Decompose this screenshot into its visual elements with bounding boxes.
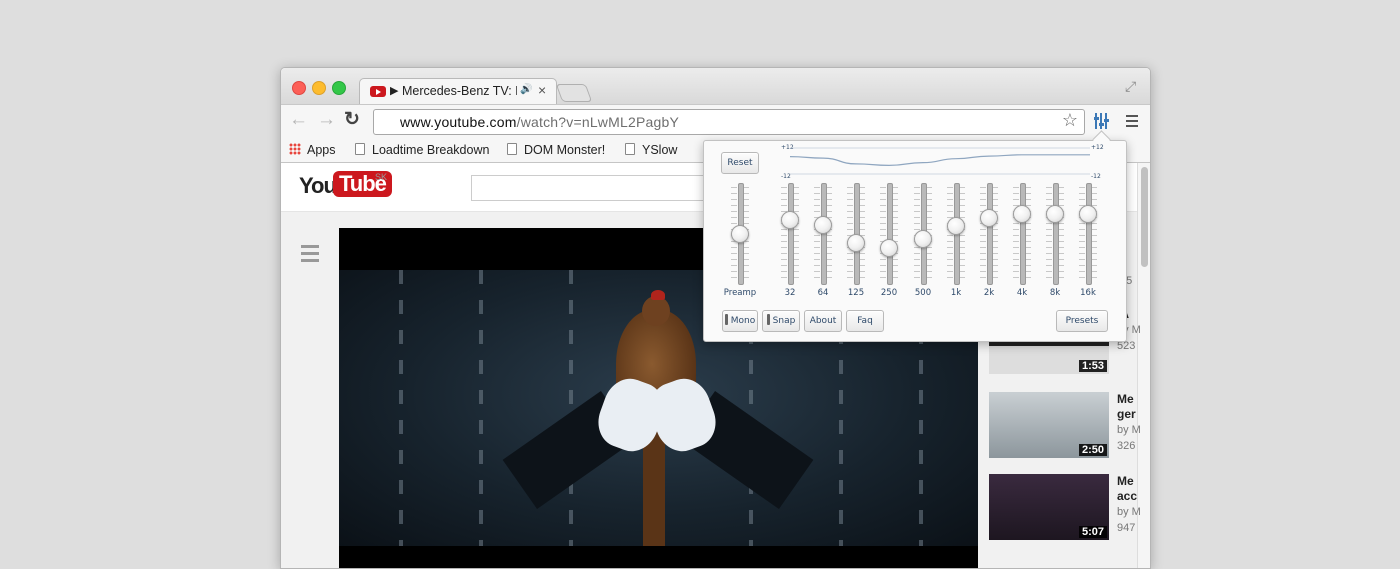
presets-button[interactable]: Presets xyxy=(1056,310,1108,332)
slider-knob[interactable] xyxy=(1079,204,1097,223)
related-by: by M xyxy=(1117,506,1141,518)
db-min-right: -12 xyxy=(1091,173,1101,180)
mono-label: Mono xyxy=(730,316,756,326)
slider-band-2k[interactable] xyxy=(979,183,999,285)
back-button[interactable]: ← xyxy=(289,109,308,131)
thumbnail: 5:07 xyxy=(989,474,1109,540)
scroll-thumb[interactable] xyxy=(1141,167,1148,267)
close-window-button[interactable] xyxy=(292,81,306,95)
eq-curve xyxy=(790,147,1090,175)
reset-button[interactable]: Reset xyxy=(721,152,759,174)
bookmark-yslow[interactable]: YSlow xyxy=(625,143,677,157)
led-indicator xyxy=(724,314,728,325)
youtube-logo-you[interactable]: You xyxy=(299,173,337,199)
slider-band-1k[interactable] xyxy=(946,183,966,285)
bookmark-label: YSlow xyxy=(642,143,678,157)
mono-toggle[interactable]: Mono xyxy=(722,310,758,332)
slider-knob[interactable] xyxy=(914,230,932,249)
tab-title: Mercedes-Benz TV: M xyxy=(402,84,517,98)
db-max-right: +12 xyxy=(1091,144,1104,151)
slider-knob[interactable] xyxy=(1046,204,1064,223)
bookmark-loadtime-breakdown[interactable]: Loadtime Breakdown xyxy=(355,143,489,157)
related-video-2[interactable]: 2:50 Me ger by M 326 xyxy=(989,392,1141,462)
slider-preamp[interactable] xyxy=(730,183,750,285)
snap-toggle[interactable]: Snap xyxy=(762,310,800,332)
toolbar: ← → ↻ www.youtube.com/watch?v=nLwML2Pagb… xyxy=(281,104,1150,139)
thumbnail: 2:50 xyxy=(989,392,1109,458)
led-indicator xyxy=(766,314,770,325)
about-button[interactable]: About xyxy=(804,310,842,332)
slider-band-125[interactable] xyxy=(846,183,866,285)
region-code: SK xyxy=(375,172,388,182)
maximize-window-button[interactable] xyxy=(332,81,346,95)
related-title: Me xyxy=(1117,474,1134,488)
faq-button[interactable]: Faq xyxy=(846,310,884,332)
fullscreen-icon[interactable]: ⤢ xyxy=(1125,78,1136,95)
related-views: 326 xyxy=(1117,440,1136,452)
apps-grid-icon xyxy=(289,143,301,155)
tab-youtube[interactable]: ▶ Mercedes-Benz TV: M 🔊 × xyxy=(359,78,557,106)
bookmark-apps[interactable]: Apps xyxy=(289,143,336,157)
equalizer-popup: Reset +12 -12 +12 -12 Mono Snap About Fa… xyxy=(703,140,1127,342)
bookmark-label: Apps xyxy=(307,143,336,157)
related-video-3[interactable]: 5:07 Me acc by M 947 xyxy=(989,474,1141,544)
guide-menu-icon[interactable] xyxy=(301,245,319,266)
bookmark-label: Loadtime Breakdown xyxy=(372,143,490,157)
related-views: 947 xyxy=(1117,522,1136,534)
bookmark-star-icon[interactable]: ☆ xyxy=(1062,110,1078,131)
snap-label: Snap xyxy=(772,316,796,326)
slider-knob[interactable] xyxy=(731,225,749,243)
tab-close-icon[interactable]: × xyxy=(538,82,546,98)
minimize-window-button[interactable] xyxy=(312,81,326,95)
page-icon xyxy=(625,143,635,155)
related-title-2: ger xyxy=(1117,407,1136,421)
band-label: Preamp xyxy=(723,288,757,298)
audio-icon: 🔊 xyxy=(520,84,533,95)
slider-knob[interactable] xyxy=(980,209,998,228)
slider-band-8k[interactable] xyxy=(1045,183,1065,285)
slider-band-16k[interactable] xyxy=(1078,183,1098,285)
slider-band-250[interactable] xyxy=(879,183,899,285)
forward-button[interactable]: → xyxy=(317,109,336,131)
related-title-2: acc xyxy=(1117,489,1138,503)
bookmark-label: DOM Monster! xyxy=(524,143,606,157)
slider-band-4k[interactable] xyxy=(1012,183,1032,285)
duration-badge: 2:50 xyxy=(1078,444,1107,456)
bookmark-dom-monster[interactable]: DOM Monster! xyxy=(507,143,605,157)
address-bar[interactable]: www.youtube.com/watch?v=nLwML2PagbY ☆ xyxy=(373,109,1085,135)
duration-badge: 5:07 xyxy=(1078,526,1107,538)
playing-icon: ▶ xyxy=(390,85,399,97)
new-tab-button[interactable] xyxy=(555,84,593,102)
youtube-favicon-icon xyxy=(370,86,386,97)
related-by: by M xyxy=(1117,424,1141,436)
slider-band-500[interactable] xyxy=(913,183,933,285)
related-title: Me xyxy=(1117,392,1134,406)
slider-knob[interactable] xyxy=(1013,204,1031,223)
band-label: 16k xyxy=(1080,288,1096,298)
page-icon xyxy=(355,143,365,155)
url-host: www.youtube.com xyxy=(400,114,517,130)
reload-button[interactable]: ↻ xyxy=(344,109,360,131)
duration-badge: 1:53 xyxy=(1078,360,1107,372)
slider-knob[interactable] xyxy=(814,215,832,234)
page-icon xyxy=(507,143,517,155)
slider-band-64[interactable] xyxy=(813,183,833,285)
url-path: /watch?v=nLwML2PagbY xyxy=(516,114,679,130)
slider-band-32[interactable] xyxy=(780,183,800,285)
slider-knob[interactable] xyxy=(781,210,799,229)
equalizer-extension-icon[interactable] xyxy=(1094,113,1109,129)
url-text: www.youtube.com/watch?v=nLwML2PagbY xyxy=(400,114,679,130)
menu-icon[interactable] xyxy=(1126,115,1138,130)
title-bar: ▶ Mercedes-Benz TV: M 🔊 × ⤢ xyxy=(281,68,1150,106)
